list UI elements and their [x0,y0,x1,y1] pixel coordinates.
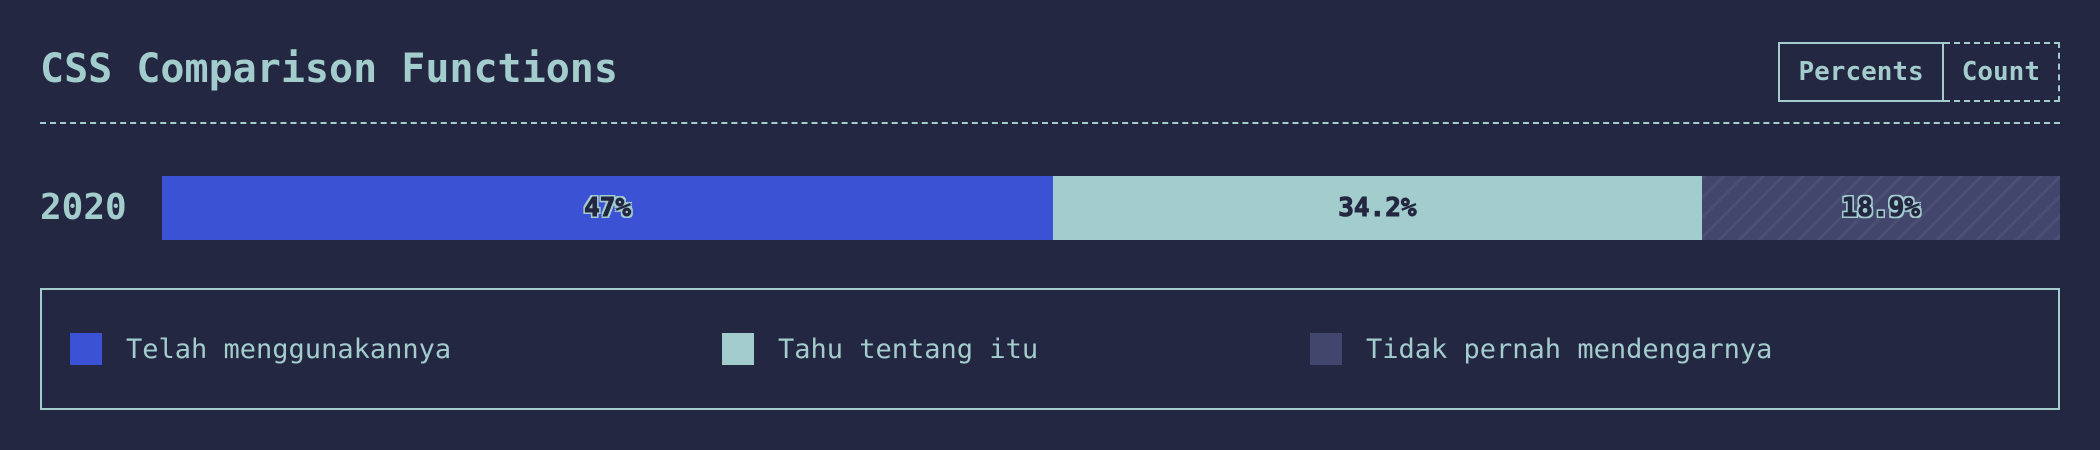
data-label: 18.9% [1841,193,1920,224]
legend-label: Tahu tentang itu [778,333,1039,365]
chart-title: CSS Comparison Functions [40,46,618,92]
stacked-bar: 47% 34.2% 18.9% [162,176,2060,240]
bar-segment-1[interactable]: 47% [162,176,1054,240]
chart-legend: Telah menggunakannya Tahu tentang itu Tida… [40,288,2060,410]
legend-item-3[interactable]: Tidak pernah mendengarnya [1310,290,1772,408]
legend-swatch [70,333,102,365]
data-label: 47% [584,193,632,224]
chart-row: 2020 47% 34.2% 18.9% [40,176,2060,240]
category-label: 2020 [40,187,127,228]
bar-segment-3[interactable]: 18.9% [1701,176,2060,240]
chart-header: CSS Comparison Functions Percents Count [40,38,2060,124]
legend-label: Telah menggunakannya [126,333,452,365]
legend-item-2[interactable]: Tahu tentang itu [722,290,1038,408]
data-label: 34.2% [1338,193,1417,224]
legend-item-1[interactable]: Telah menggunakannya [70,290,451,408]
unit-toggle: Percents Count [1778,42,2060,102]
legend-swatch [1310,333,1342,365]
percents-button[interactable]: Percents [1778,42,1944,102]
bar-segment-2[interactable]: 34.2% [1053,176,1702,240]
legend-label: Tidak pernah mendengarnya [1366,333,1773,365]
legend-swatch [722,333,754,365]
count-button[interactable]: Count [1943,42,2060,102]
